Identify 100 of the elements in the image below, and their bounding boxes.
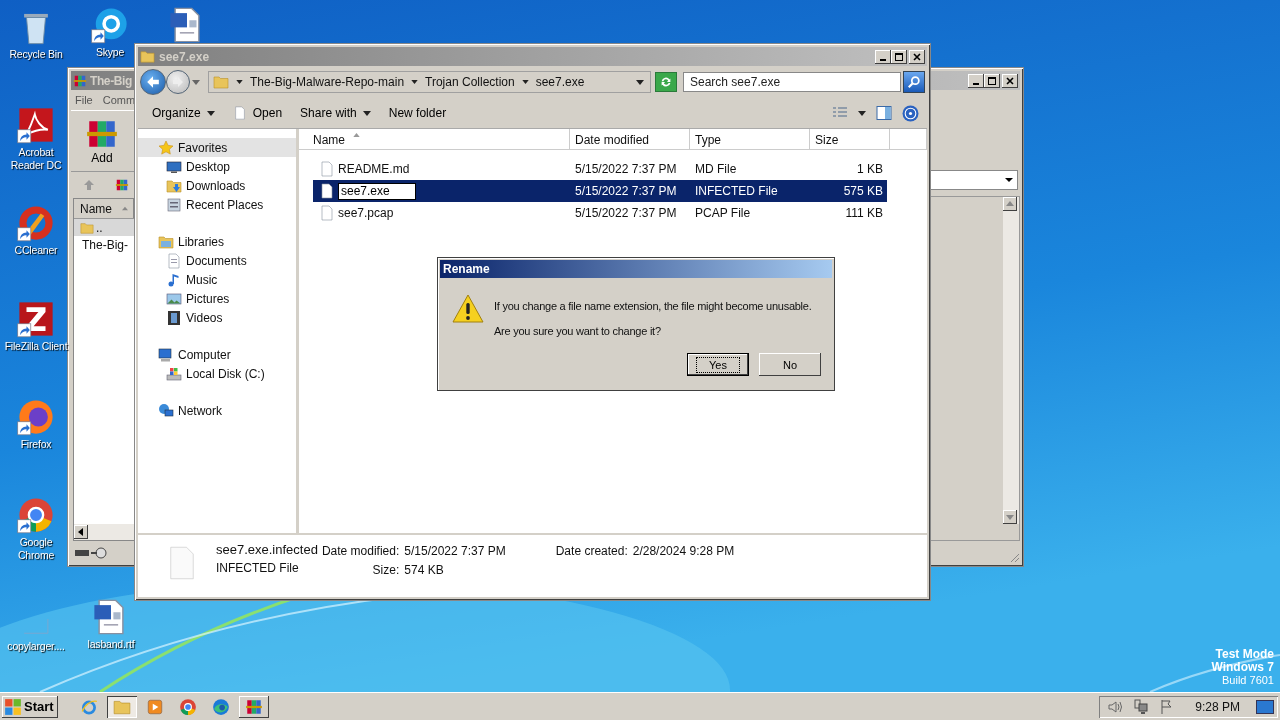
- caret-icon[interactable]: [636, 79, 644, 85]
- resize-grip-icon[interactable]: [1008, 551, 1020, 563]
- breadcrumb-item[interactable]: see7.exe: [535, 75, 585, 89]
- date-cell-text: 5/15/2022 7:37 PM: [574, 184, 678, 198]
- help-icon[interactable]: [902, 104, 919, 122]
- music-note-icon: [166, 271, 182, 288]
- file-type: INFECTED File: [216, 561, 300, 575]
- caret-icon[interactable]: [236, 80, 243, 84]
- file-name[interactable]: ..: [96, 220, 103, 235]
- icon-label: Google Chrome: [16, 536, 56, 562]
- nav-item[interactable]: Local Disk (C:): [138, 364, 296, 383]
- browser-icon[interactable]: [17, 496, 55, 534]
- size-cell-text: 1 KB: [856, 162, 884, 176]
- caret-icon[interactable]: [521, 80, 529, 84]
- menu-button[interactable]: Organize: [148, 104, 219, 122]
- browser-icon: [211, 697, 230, 716]
- file-row[interactable]: see7.pcap 5/15/2022 7:37 PM PCAP File 111 KB: [313, 202, 887, 224]
- watermark-text: Windows 7: [1211, 661, 1274, 674]
- archive-icon: [115, 177, 129, 193]
- browser-icon[interactable]: [17, 398, 55, 436]
- clock[interactable]: 9:28 PM: [1195, 699, 1240, 714]
- field-label: Date created:: [555, 544, 628, 558]
- app-icon[interactable]: [91, 6, 129, 44]
- column-header[interactable]: Name: [74, 199, 134, 219]
- refresh-icon: [659, 75, 673, 89]
- field-value: 574 KB: [404, 563, 445, 577]
- file-row[interactable]: see7.exe 5/15/2022 7:37 PM INFECTED File 575 KB: [313, 180, 887, 202]
- app-icon[interactable]: [17, 106, 55, 144]
- nav-item[interactable]: Music: [138, 270, 296, 289]
- caret-icon[interactable]: [858, 110, 866, 116]
- nav-item[interactable]: Videos: [138, 308, 296, 327]
- rename-field[interactable]: see7.exe: [338, 182, 416, 200]
- menu-item[interactable]: Comm: [102, 94, 136, 108]
- nav-item[interactable]: Network: [138, 401, 296, 420]
- show-desktop-icon[interactable]: [1256, 699, 1274, 714]
- refresh-button[interactable]: [655, 72, 677, 92]
- file-icon: [319, 160, 335, 178]
- search-icon: [907, 75, 921, 89]
- file-row[interactable]: README.md 5/15/2022 7:37 PM MD File 1 KB: [313, 158, 887, 180]
- back-button[interactable]: [140, 69, 166, 95]
- watermark-text: Build 7601: [1222, 674, 1274, 687]
- file-name[interactable]: The-Big-: [82, 237, 128, 252]
- menu-item[interactable]: File: [75, 94, 93, 108]
- column-header[interactable]: Date modified: [570, 129, 690, 150]
- column-header[interactable]: Size: [810, 129, 890, 150]
- preview-pane-icon[interactable]: [876, 105, 892, 121]
- date-cell-text: 5/15/2022 7:37 PM: [574, 206, 678, 220]
- breadcrumb-item[interactable]: Trojan Collection: [425, 75, 515, 89]
- forward-button[interactable]: [166, 70, 190, 94]
- dialog-button[interactable]: No: [759, 353, 821, 376]
- taskbar-button[interactable]: [106, 695, 137, 718]
- icon-label: FileZilla Client: [4, 340, 68, 353]
- icon-label: CCleaner: [14, 244, 58, 257]
- folder-icon: [213, 74, 229, 90]
- nav-item[interactable]: Downloads: [138, 176, 296, 195]
- field-value: 2/28/2024 9:28 PM: [632, 544, 735, 558]
- field-label: Size:: [371, 563, 400, 577]
- speaker-icon[interactable]: [1107, 698, 1124, 715]
- column-header[interactable]: Name: [299, 129, 570, 150]
- horizontal-scrollbar[interactable]: [74, 524, 134, 540]
- start-button[interactable]: Start: [2, 695, 58, 718]
- nav-item[interactable]: Favorites: [138, 138, 296, 157]
- type-cell-text: INFECTED File: [694, 184, 779, 198]
- breadcrumb-item[interactable]: The-Big-Malware-Repo-main: [250, 75, 405, 89]
- date-cell-text: 5/15/2022 7:37 PM: [574, 162, 678, 176]
- app-icon[interactable]: [17, 300, 55, 338]
- file-name: see7.pcap: [338, 206, 394, 220]
- nav-item[interactable]: Recent Places: [138, 195, 296, 214]
- search-button[interactable]: [903, 71, 925, 93]
- dialog-button[interactable]: Yes: [687, 353, 749, 376]
- size-cell-text: 111 KB: [844, 206, 884, 220]
- list-icon: [166, 196, 182, 213]
- maximize-icon: [988, 76, 996, 85]
- menu-button[interactable]: Share with: [296, 104, 375, 122]
- add-button[interactable]: Add: [85, 117, 119, 165]
- folder-icon: [166, 177, 182, 194]
- toolbar-button[interactable]: Open: [228, 103, 287, 123]
- app-icon[interactable]: [17, 204, 55, 242]
- field-label: Date modified:: [321, 544, 400, 558]
- vertical-scrollbar[interactable]: [1003, 197, 1019, 524]
- column-header[interactable]: Type: [690, 129, 810, 150]
- nav-item[interactable]: Pictures: [138, 289, 296, 308]
- dialog-message: If you change a file name extension, the file might become unusable.: [494, 300, 812, 312]
- caret-icon[interactable]: [411, 80, 419, 84]
- nav-item[interactable]: Libraries: [138, 232, 296, 251]
- minimize-icon: [973, 82, 979, 85]
- nav-item[interactable]: Documents: [138, 251, 296, 270]
- nav-item[interactable]: Desktop: [138, 157, 296, 176]
- watermark-text: Test Mode: [1215, 648, 1274, 661]
- taskbar-button[interactable]: [238, 695, 269, 718]
- search-field[interactable]: Search see7.exe: [683, 72, 901, 92]
- toolbar-button[interactable]: New folder: [384, 104, 451, 122]
- path-dropdown[interactable]: [930, 170, 1018, 190]
- network-icon[interactable]: [1133, 698, 1150, 715]
- folder-icon: [140, 49, 155, 64]
- icon-label: lasband.rtf: [87, 638, 135, 651]
- arrow-icon: [172, 76, 184, 88]
- nav-item[interactable]: Computer: [138, 345, 296, 364]
- film-icon: [166, 309, 182, 326]
- address-bar[interactable]: The-Big-Malware-Repo-main Trojan Collection see7.exe: [208, 71, 651, 93]
